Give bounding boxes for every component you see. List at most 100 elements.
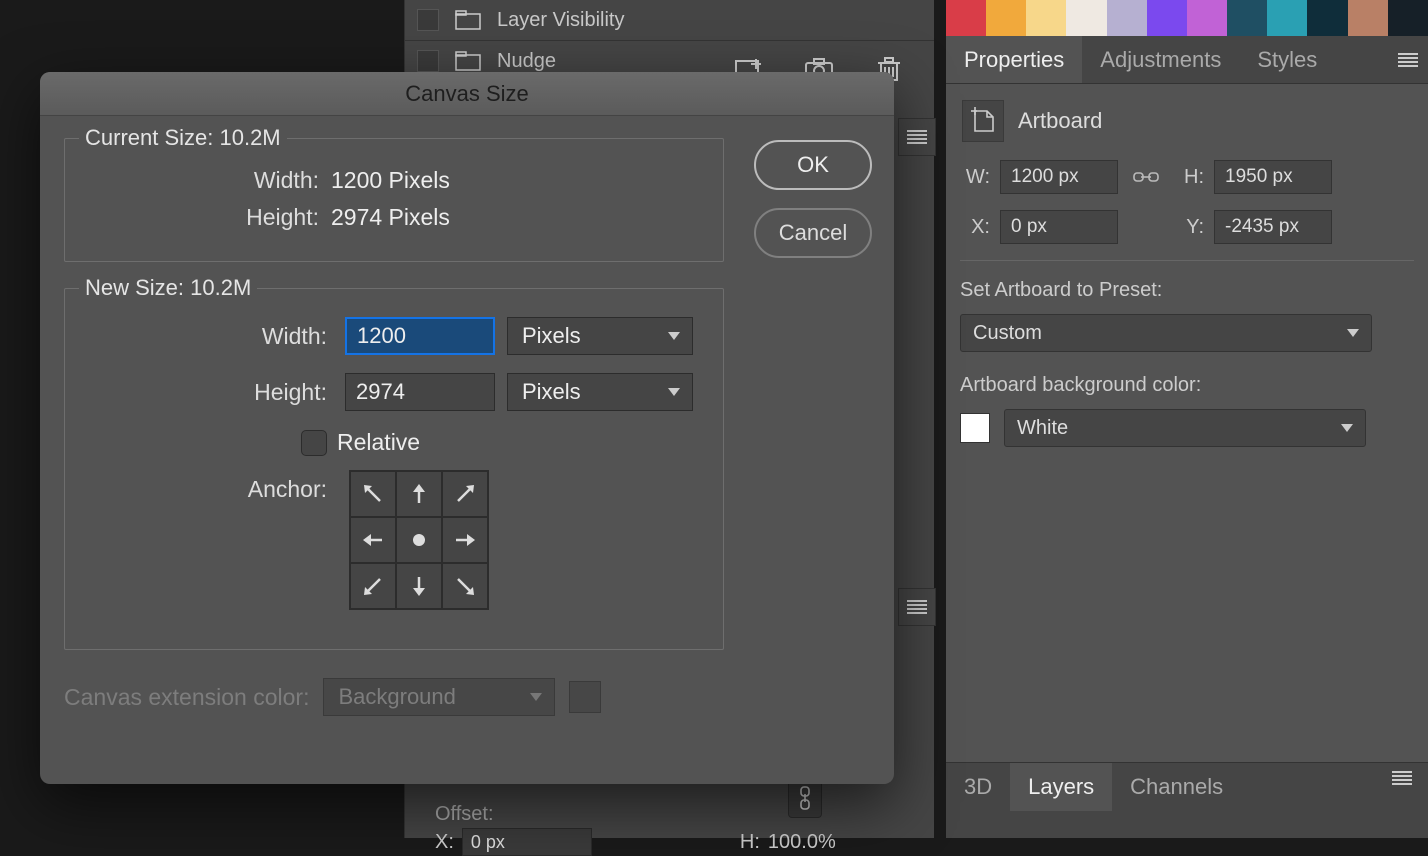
anchor-s[interactable] bbox=[396, 563, 442, 609]
anchor-e[interactable] bbox=[442, 517, 488, 563]
dialog-title: Canvas Size bbox=[40, 72, 894, 116]
panel-menu-button[interactable] bbox=[1382, 771, 1422, 785]
y-label: Y: bbox=[1174, 216, 1204, 239]
history-row-label: Nudge bbox=[497, 50, 556, 73]
link-dimensions-button[interactable] bbox=[788, 778, 822, 818]
anchor-sw[interactable] bbox=[350, 563, 396, 609]
panel-menu-button[interactable] bbox=[898, 118, 936, 156]
width-input[interactable] bbox=[1000, 160, 1118, 194]
offset-x-label: X: bbox=[435, 831, 454, 854]
new-width-label: Width: bbox=[83, 323, 333, 350]
thumbnail-swatch bbox=[1307, 0, 1347, 36]
current-size-fieldset: Current Size: 10.2M Width: 1200 Pixels H… bbox=[64, 138, 724, 262]
anchor-w[interactable] bbox=[350, 517, 396, 563]
tab-3d[interactable]: 3D bbox=[946, 763, 1010, 811]
bgcolor-value: White bbox=[1017, 417, 1068, 440]
thumbnail-swatch bbox=[1147, 0, 1187, 36]
thumbnail-swatch bbox=[1348, 0, 1388, 36]
anchor-n[interactable] bbox=[396, 471, 442, 517]
offset-h-label: H: bbox=[740, 831, 760, 854]
history-row-label: Layer Visibility bbox=[497, 9, 624, 32]
x-label: X: bbox=[960, 216, 990, 239]
thumbnail-swatch bbox=[946, 0, 986, 36]
current-height-value: 2974 Pixels bbox=[331, 204, 450, 231]
history-toggle-box[interactable] bbox=[417, 50, 439, 72]
new-height-input[interactable] bbox=[345, 373, 495, 411]
width-units-dropdown[interactable]: Pixels bbox=[507, 317, 693, 355]
height-units-dropdown[interactable]: Pixels bbox=[507, 373, 693, 411]
offset-row: X: H: 100.0% bbox=[435, 828, 836, 856]
separator bbox=[960, 260, 1414, 261]
height-input[interactable] bbox=[1214, 160, 1332, 194]
artboard-icon bbox=[962, 100, 1004, 142]
preset-section-label: Set Artboard to Preset: bbox=[960, 279, 1414, 302]
y-input[interactable] bbox=[1214, 210, 1332, 244]
tab-layers[interactable]: Layers bbox=[1010, 763, 1112, 811]
preset-dropdown[interactable]: Custom bbox=[960, 314, 1372, 352]
chevron-down-icon bbox=[668, 388, 680, 396]
bgcolor-section-label: Artboard background color: bbox=[960, 374, 1414, 397]
chevron-down-icon bbox=[1341, 424, 1353, 432]
folder-icon bbox=[455, 10, 481, 30]
offset-h-value: 100.0% bbox=[768, 831, 836, 854]
current-width-value: 1200 Pixels bbox=[331, 167, 450, 194]
width-units-value: Pixels bbox=[522, 323, 581, 349]
current-size-legend: Current Size: 10.2M bbox=[79, 125, 287, 151]
relative-label: Relative bbox=[337, 429, 420, 456]
anchor-label: Anchor: bbox=[83, 470, 333, 503]
panel-menu-button[interactable] bbox=[898, 588, 936, 626]
tab-styles[interactable]: Styles bbox=[1239, 36, 1335, 83]
thumbnail-swatch bbox=[1066, 0, 1106, 36]
current-width-label: Width: bbox=[83, 167, 331, 194]
artboard-header: Artboard bbox=[946, 84, 1428, 152]
anchor-ne[interactable] bbox=[442, 471, 488, 517]
new-height-label: Height: bbox=[83, 379, 333, 406]
thumbnail-swatch bbox=[986, 0, 1026, 36]
folder-icon bbox=[455, 51, 481, 71]
anchor-center[interactable] bbox=[396, 517, 442, 563]
history-row[interactable]: Layer Visibility bbox=[405, 0, 934, 40]
height-label: H: bbox=[1174, 166, 1204, 189]
anchor-grid bbox=[349, 470, 489, 610]
thumbnail-swatch bbox=[1267, 0, 1307, 36]
bgcolor-swatch[interactable] bbox=[960, 413, 990, 443]
extension-color-label: Canvas extension color: bbox=[64, 684, 309, 711]
cancel-button[interactable]: Cancel bbox=[754, 208, 872, 258]
anchor-se[interactable] bbox=[442, 563, 488, 609]
panel-tabs: Properties Adjustments Styles bbox=[946, 36, 1428, 84]
x-input[interactable] bbox=[1000, 210, 1118, 244]
bgcolor-dropdown[interactable]: White bbox=[1004, 409, 1366, 447]
thumbnail-swatch bbox=[1187, 0, 1227, 36]
anchor-nw[interactable] bbox=[350, 471, 396, 517]
chain-link-icon bbox=[797, 786, 813, 810]
properties-content: W: H: X: Y: Set Artboard to Preset: Cust… bbox=[946, 152, 1428, 467]
chevron-down-icon bbox=[530, 693, 542, 701]
right-panel: Properties Adjustments Styles Artboard W… bbox=[946, 0, 1428, 838]
offset-x-input[interactable] bbox=[462, 828, 592, 856]
tab-channels[interactable]: Channels bbox=[1112, 763, 1241, 811]
tab-adjustments[interactable]: Adjustments bbox=[1082, 36, 1239, 83]
extension-color-value: Background bbox=[338, 684, 455, 710]
ok-button[interactable]: OK bbox=[754, 140, 872, 190]
new-size-legend: New Size: 10.2M bbox=[79, 275, 257, 301]
canvas-size-dialog: Canvas Size OK Cancel Current Size: 10.2… bbox=[40, 72, 894, 784]
thumbnail-swatch bbox=[1227, 0, 1267, 36]
relative-checkbox[interactable] bbox=[301, 430, 327, 456]
history-toggle-box[interactable] bbox=[417, 9, 439, 31]
link-wh-button[interactable] bbox=[1128, 169, 1164, 185]
width-label: W: bbox=[960, 166, 990, 189]
chevron-down-icon bbox=[1347, 329, 1359, 337]
tab-properties[interactable]: Properties bbox=[946, 36, 1082, 83]
extension-color-swatch bbox=[569, 681, 601, 713]
thumbnail-swatch bbox=[1107, 0, 1147, 36]
new-size-fieldset: New Size: 10.2M Width: Pixels Height: Pi… bbox=[64, 288, 724, 650]
artboard-title: Artboard bbox=[1018, 108, 1102, 134]
height-units-value: Pixels bbox=[522, 379, 581, 405]
panel-menu-button[interactable] bbox=[1388, 36, 1428, 83]
preset-value: Custom bbox=[973, 322, 1042, 345]
new-width-input[interactable] bbox=[345, 317, 495, 355]
thumbnail-swatch bbox=[1388, 0, 1428, 36]
extension-color-row: Canvas extension color: Background bbox=[64, 678, 870, 716]
bottom-panel-tabs: 3D Layers Channels bbox=[946, 762, 1428, 838]
offset-label: Offset: bbox=[435, 803, 494, 826]
